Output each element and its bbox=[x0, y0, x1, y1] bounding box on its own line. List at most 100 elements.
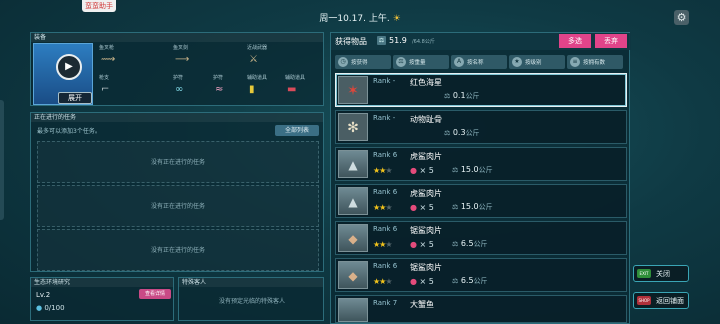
rank-icon: ★ bbox=[512, 57, 522, 67]
item-name: 虎鲨肉片 bbox=[410, 189, 442, 198]
exit-icon: EXIT bbox=[637, 269, 651, 278]
bait-count-value: 5 bbox=[428, 166, 434, 175]
slot-label: 鱼叉剑 bbox=[173, 45, 189, 51]
task-slot-1[interactable]: 没有正在进行的任务 bbox=[37, 141, 319, 183]
item-weight: ⚖ 15.0公斤 bbox=[452, 202, 493, 212]
expand-button[interactable]: 展开 bbox=[58, 92, 92, 104]
item-weight-unit: 公斤 bbox=[473, 277, 488, 285]
tasks-header: 正在进行的任务 bbox=[31, 113, 323, 122]
date-display: 周一10.17. 上午. ☀ bbox=[0, 11, 720, 24]
gear-icon[interactable]: ⚙ bbox=[674, 10, 689, 25]
item-weight: ⚖ 0.1公斤 bbox=[444, 91, 480, 101]
item-rank: Rank 6 bbox=[373, 262, 398, 270]
item-name: 大蟹鱼 bbox=[410, 300, 434, 309]
inventory-title: 获得物品 bbox=[335, 37, 367, 46]
return-shop-button[interactable]: SHOP 返回铺面 bbox=[633, 292, 689, 309]
slot-harpoon-sword[interactable]: 鱼叉剑 ⟶ bbox=[171, 43, 207, 72]
item-weight: ⚖ 15.0公斤 bbox=[452, 165, 493, 175]
inventory-item[interactable]: Rank 7 大蟹鱼 bbox=[335, 295, 627, 323]
inventory-item[interactable]: ✻ Rank - 动物趾骨 ⚖ 0.3公斤 bbox=[335, 110, 627, 144]
character-avatar: ▶ 展开 bbox=[33, 43, 93, 105]
slot-label: 近战武器 bbox=[247, 45, 268, 51]
special-empty: 没有预定光临的特殊客人 bbox=[218, 298, 285, 305]
side-handle[interactable] bbox=[0, 100, 4, 220]
eco-detail-button[interactable]: 查看详情 bbox=[139, 289, 171, 299]
gun-icon: ⌐ bbox=[101, 84, 110, 95]
tasks-hint: 最多可以添加3个任务。 bbox=[37, 128, 101, 135]
inventory-capacity: 51.9 bbox=[389, 36, 407, 45]
sort-by-acquired[interactable]: ◷ 按获得 bbox=[335, 55, 391, 69]
weight-icon: ⚖ bbox=[452, 203, 459, 211]
weight-icon: ⚖ bbox=[452, 166, 459, 174]
task-slot-3[interactable]: 没有正在进行的任务 bbox=[37, 229, 319, 271]
bait-count-value: 5 bbox=[428, 240, 434, 249]
sawshark-icon: ◆ bbox=[338, 224, 368, 252]
item-rank: Rank - bbox=[373, 114, 396, 122]
eco-header: 生态环境研究 bbox=[31, 278, 173, 287]
item-rank: Rank 7 bbox=[373, 299, 398, 307]
item-name: 动物趾骨 bbox=[410, 115, 442, 124]
eco-research-panel: 生态环境研究 Lv.2 查看详情 ● 0/100 bbox=[30, 277, 174, 321]
all-tasks-button[interactable]: 全部列表 bbox=[275, 125, 319, 136]
melee-weapon-icon: ⚔ bbox=[249, 54, 258, 65]
slot-charm-1[interactable]: 护符 ∞ bbox=[171, 73, 207, 102]
shop-icon: SHOP bbox=[637, 296, 651, 305]
play-icon[interactable]: ▶ bbox=[56, 54, 82, 80]
clock-icon: ◷ bbox=[338, 57, 348, 67]
inventory-item[interactable]: ▲ Rank 6 ★★★ 虎鲨肉片 ● × 5 ⚖ 15.0公斤 bbox=[335, 147, 627, 181]
item-weight-value: 6.5 bbox=[460, 239, 474, 248]
inventory-item[interactable]: ◆ Rank 6 ★★★ 锯鲨肉片 ● × 5 ⚖ 6.5公斤 bbox=[335, 258, 627, 292]
special-header: 特殊客人 bbox=[179, 278, 323, 287]
inventory-item[interactable]: ▲ Rank 6 ★★★ 虎鲨肉片 ● × 5 ⚖ 15.0公斤 bbox=[335, 184, 627, 218]
exp-icon: ● bbox=[36, 304, 43, 312]
close-button[interactable]: EXIT 关闭 bbox=[633, 265, 689, 282]
bait-count: ● × 5 bbox=[410, 166, 434, 175]
inventory-item[interactable]: ✶ Rank - 红色海星 ⚖ 0.1公斤 bbox=[335, 73, 627, 107]
inventory-item[interactable]: ◆ Rank 6 ★★★ 锯鲨肉片 ● × 5 ⚖ 6.5公斤 bbox=[335, 221, 627, 255]
fish-icon bbox=[338, 298, 368, 322]
bait-count-value: 5 bbox=[428, 203, 434, 212]
slot-melee-weapon[interactable]: 近战武器 ⚔ bbox=[245, 43, 281, 72]
item-stars: ★★★ bbox=[373, 203, 393, 212]
item-weight: ⚖ 6.5公斤 bbox=[452, 239, 488, 249]
item-name: 虎鲨肉片 bbox=[410, 152, 442, 161]
harpoon-gun-icon: ⟿ bbox=[101, 54, 116, 65]
weight-icon: ⚖ bbox=[396, 57, 406, 67]
tasks-panel: 正在进行的任务 最多可以添加3个任务。 全部列表 没有正在进行的任务 没有正在进… bbox=[30, 112, 324, 272]
sun-icon: ☀ bbox=[392, 14, 401, 24]
slot-aux-1[interactable]: 辅助道具 ▮ bbox=[245, 73, 281, 102]
return-shop-label: 返回铺面 bbox=[656, 297, 684, 305]
slot-label: 护符 bbox=[213, 75, 224, 81]
sort-by-name[interactable]: A 按名称 bbox=[451, 55, 507, 69]
weight-icon: ⚖ bbox=[444, 129, 451, 137]
expand-label: 展开 bbox=[68, 94, 82, 102]
item-rank: Rank 6 bbox=[373, 225, 398, 233]
equipment-panel: 装备 ▶ 展开 鱼叉枪 ⟿ 鱼叉剑 ⟶ 近战武器 ⚔ 枪支 ⌐ 护符 ∞ 护符 … bbox=[30, 32, 324, 106]
item-stars: ★★★ bbox=[373, 277, 393, 286]
multi-select-button[interactable]: 多选 bbox=[559, 34, 591, 48]
slot-charm-2[interactable]: 护符 ≈ bbox=[211, 73, 247, 102]
bait-count: ● × 5 bbox=[410, 277, 434, 286]
bait-count-value: 5 bbox=[428, 277, 434, 286]
special-guests-panel: 特殊客人 没有预定光临的特殊客人 bbox=[178, 277, 324, 321]
tiger-shark-icon: ▲ bbox=[338, 187, 368, 215]
harpoon-icon: ⟶ bbox=[175, 54, 190, 65]
slot-label: 护符 bbox=[173, 75, 184, 81]
slot-aux-2[interactable]: 辅助道具 ▬ bbox=[283, 73, 319, 102]
close-label: 关闭 bbox=[656, 270, 670, 278]
sort-by-count[interactable]: ≡ 按拥有数 bbox=[567, 55, 623, 69]
item-weight-unit: 公斤 bbox=[478, 203, 493, 211]
slot-harpoon-gun[interactable]: 鱼叉枪 ⟿ bbox=[97, 43, 133, 72]
type-icon: ≡ bbox=[570, 57, 580, 67]
task-slot-2[interactable]: 没有正在进行的任务 bbox=[37, 185, 319, 227]
item-stars: ★★★ bbox=[373, 240, 393, 249]
item-rank: Rank - bbox=[373, 77, 396, 85]
sort-by-weight[interactable]: ⚖ 按重量 bbox=[393, 55, 449, 69]
item-stars: ★★★ bbox=[373, 166, 393, 175]
discard-button[interactable]: 丢弃 bbox=[595, 34, 627, 48]
slot-gun[interactable]: 枪支 ⌐ bbox=[97, 73, 133, 102]
sort-by-rank[interactable]: ★ 按级别 bbox=[509, 55, 565, 69]
weight-icon: ⚖ bbox=[452, 277, 459, 285]
goggles-icon: ∞ bbox=[175, 84, 184, 95]
dolphin-icon: ≈ bbox=[215, 84, 224, 95]
